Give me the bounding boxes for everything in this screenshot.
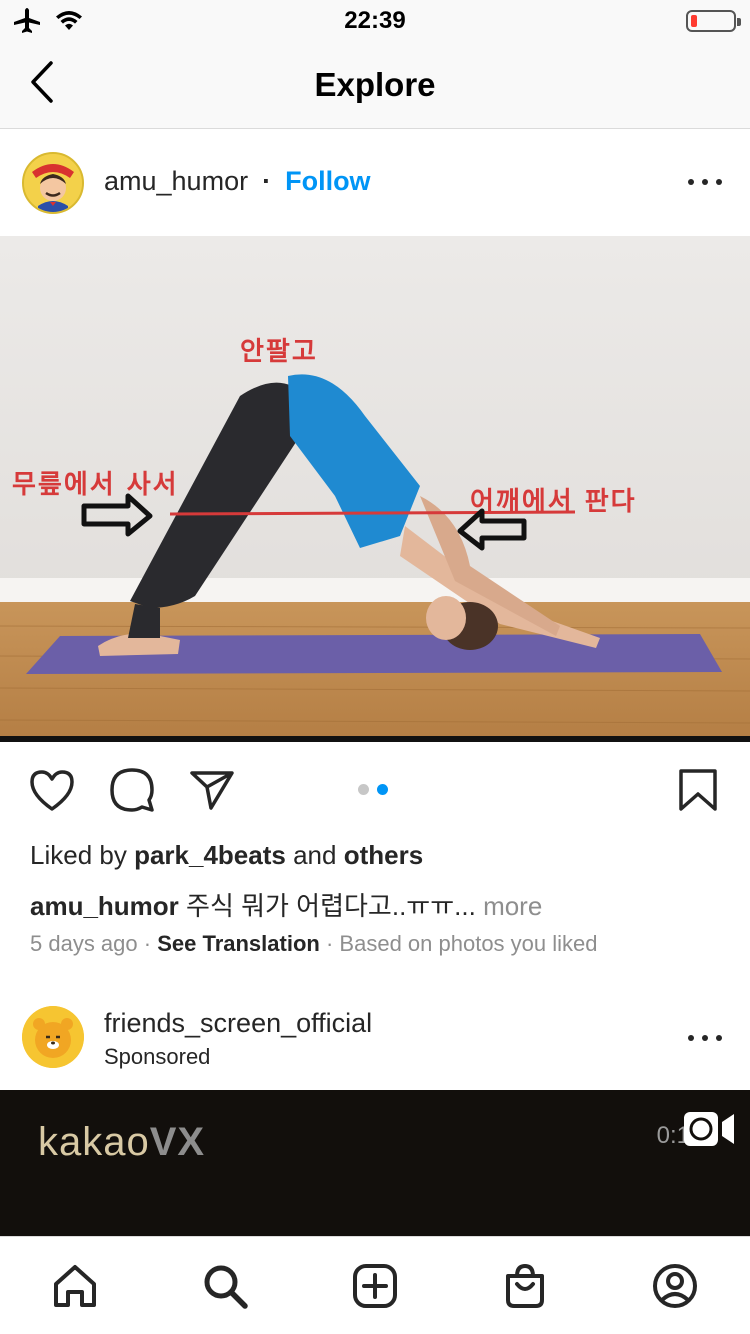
post-time: 5 days ago (30, 931, 138, 956)
comment-icon (110, 768, 154, 812)
liked-by-others[interactable]: others (344, 840, 423, 870)
post2-username[interactable]: friends_screen_official (104, 1008, 372, 1039)
ellipsis-icon (688, 179, 694, 185)
tab-home[interactable] (45, 1256, 105, 1316)
post2-header: friends_screen_official Sponsored (0, 990, 750, 1090)
liked-by[interactable]: Liked by park_4beats and others (30, 840, 423, 871)
tab-create[interactable] (345, 1256, 405, 1316)
plus-square-icon (353, 1263, 397, 1308)
carousel-indicator (358, 784, 388, 795)
caption-text: 주식 뭐가 어렵다고..ㅠㅠ... (186, 891, 476, 921)
ellipsis-icon-dot (702, 179, 708, 185)
battery-level (691, 15, 697, 27)
recommendation-reason: Based on photos you liked (339, 931, 598, 956)
avatar[interactable] (22, 1006, 84, 1068)
logo-part1: kakao (38, 1120, 150, 1164)
logo-part2: VX (149, 1120, 206, 1164)
post-meta: 5 days ago · See Translation · Based on … (30, 931, 598, 957)
carousel-dot (358, 784, 369, 795)
battery-cap (737, 18, 741, 26)
post-header: amu_humor · Follow (0, 130, 750, 235)
tab-profile[interactable] (645, 1256, 705, 1316)
video-camera-icon (682, 1110, 736, 1148)
save-button[interactable] (674, 766, 722, 814)
video-preview[interactable]: kakaoVX 0:1 (0, 1090, 750, 1236)
heart-icon (30, 770, 74, 811)
follow-button[interactable]: Follow (285, 166, 370, 197)
like-button[interactable] (28, 766, 76, 814)
post-actions (0, 742, 750, 838)
more-options-button[interactable] (688, 1026, 722, 1050)
page-title: Explore (314, 66, 436, 103)
ellipsis-icon-dot (702, 1035, 708, 1041)
post-username[interactable]: amu_humor (104, 166, 248, 197)
image-label-left: 무릎에서 사서 (12, 470, 179, 500)
ellipsis-icon (688, 1035, 694, 1041)
comment-button[interactable] (108, 766, 156, 814)
caption: amu_humor 주식 뭐가 어렵다고..ㅠㅠ... more (30, 886, 542, 923)
sponsored-label: Sponsored (104, 1044, 211, 1069)
username-row: amu_humor · Follow (104, 166, 371, 197)
meta-dot: · (325, 931, 334, 956)
image-label-top: 안팔고 (240, 337, 318, 367)
image-label-right: 어깨에서 판다 (470, 487, 637, 517)
see-translation-link[interactable]: See Translation (157, 931, 320, 956)
nav-header: Explore (0, 40, 750, 129)
separator-dot: · (262, 166, 272, 196)
meta-dot: · (143, 931, 152, 956)
ellipsis-icon-dot (716, 1035, 722, 1041)
search-icon (204, 1265, 248, 1309)
profile-icon (653, 1263, 697, 1308)
battery-low-icon (686, 10, 741, 32)
kakao-vx-logo: kakaoVX (38, 1120, 205, 1165)
tab-search[interactable] (195, 1256, 255, 1316)
share-button[interactable] (188, 766, 236, 814)
liked-by-middle: and (293, 840, 337, 870)
home-icon (54, 1264, 96, 1307)
status-time: 22:39 (344, 7, 406, 34)
liked-by-prefix: Liked by (30, 840, 127, 870)
post-image[interactable]: 안팔고 무릎에서 사서 어깨에서 판다 (0, 236, 750, 742)
shopping-bag-icon (506, 1263, 544, 1308)
more-options-button[interactable] (688, 170, 722, 194)
carousel-dot-active (377, 784, 388, 795)
liked-by-user[interactable]: park_4beats (134, 840, 286, 870)
paper-plane-icon (190, 771, 234, 810)
caption-more-link[interactable]: more (483, 891, 542, 921)
ellipsis-icon-dot (716, 179, 722, 185)
avatar[interactable] (22, 152, 84, 214)
tab-bar (0, 1236, 750, 1334)
tab-shop[interactable] (495, 1256, 555, 1316)
caption-username[interactable]: amu_humor (30, 891, 179, 921)
bookmark-icon (679, 769, 717, 811)
status-bar: 22:39 (0, 0, 750, 40)
